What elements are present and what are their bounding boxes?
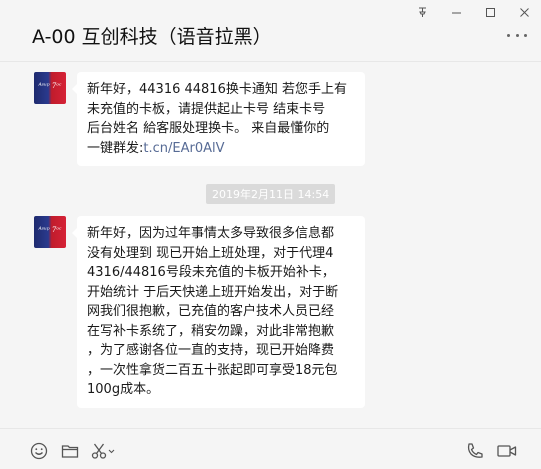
- chat-header: A-00 互创科技（语音拉黑）: [0, 0, 541, 62]
- message-bubble[interactable]: 新年好，因为过年事情太多导致很多信息都 没有处理到 现已开始上班处理，对于代理4…: [72, 216, 365, 408]
- maximize-icon[interactable]: [473, 0, 507, 24]
- pin-icon[interactable]: [405, 0, 439, 24]
- input-toolbar: [0, 428, 541, 469]
- minimize-icon[interactable]: [439, 0, 473, 24]
- message-link[interactable]: t.cn/EAr0AlV: [143, 141, 224, 156]
- message-bubble[interactable]: 新年好，44316 44816换卡通知 若您手上有 未充值的卡板，请提供起止卡号…: [72, 72, 365, 166]
- video-call-icon[interactable]: [496, 441, 518, 461]
- window-controls: [405, 0, 541, 24]
- emoji-icon[interactable]: [29, 441, 49, 461]
- avatar-logo-text: ᴬˢᵘᵖ 7ᵒᶜ: [38, 226, 62, 234]
- scissors-icon[interactable]: [90, 441, 116, 461]
- message-list[interactable]: ᴬˢᵘᵖ 7ᵒᶜ 新年好，44316 44816换卡通知 若您手上有 未充值的卡…: [0, 62, 541, 428]
- avatar[interactable]: ᴬˢᵘᵖ 7ᵒᶜ: [34, 216, 66, 248]
- timestamp: 2019年2月11日 14:54: [206, 184, 336, 204]
- close-icon[interactable]: [507, 0, 541, 24]
- avatar[interactable]: ᴬˢᵘᵖ 7ᵒᶜ: [34, 72, 66, 104]
- chat-title: A-00 互创科技（语音拉黑）: [32, 26, 272, 48]
- folder-icon[interactable]: [60, 441, 80, 461]
- more-icon[interactable]: [507, 30, 527, 40]
- message-text: 新年好，因为过年事情太多导致很多信息都 没有处理到 现已开始上班处理，对于代理4…: [87, 226, 339, 397]
- avatar-logo-text: ᴬˢᵘᵖ 7ᵒᶜ: [38, 82, 62, 90]
- phone-icon[interactable]: [465, 441, 485, 461]
